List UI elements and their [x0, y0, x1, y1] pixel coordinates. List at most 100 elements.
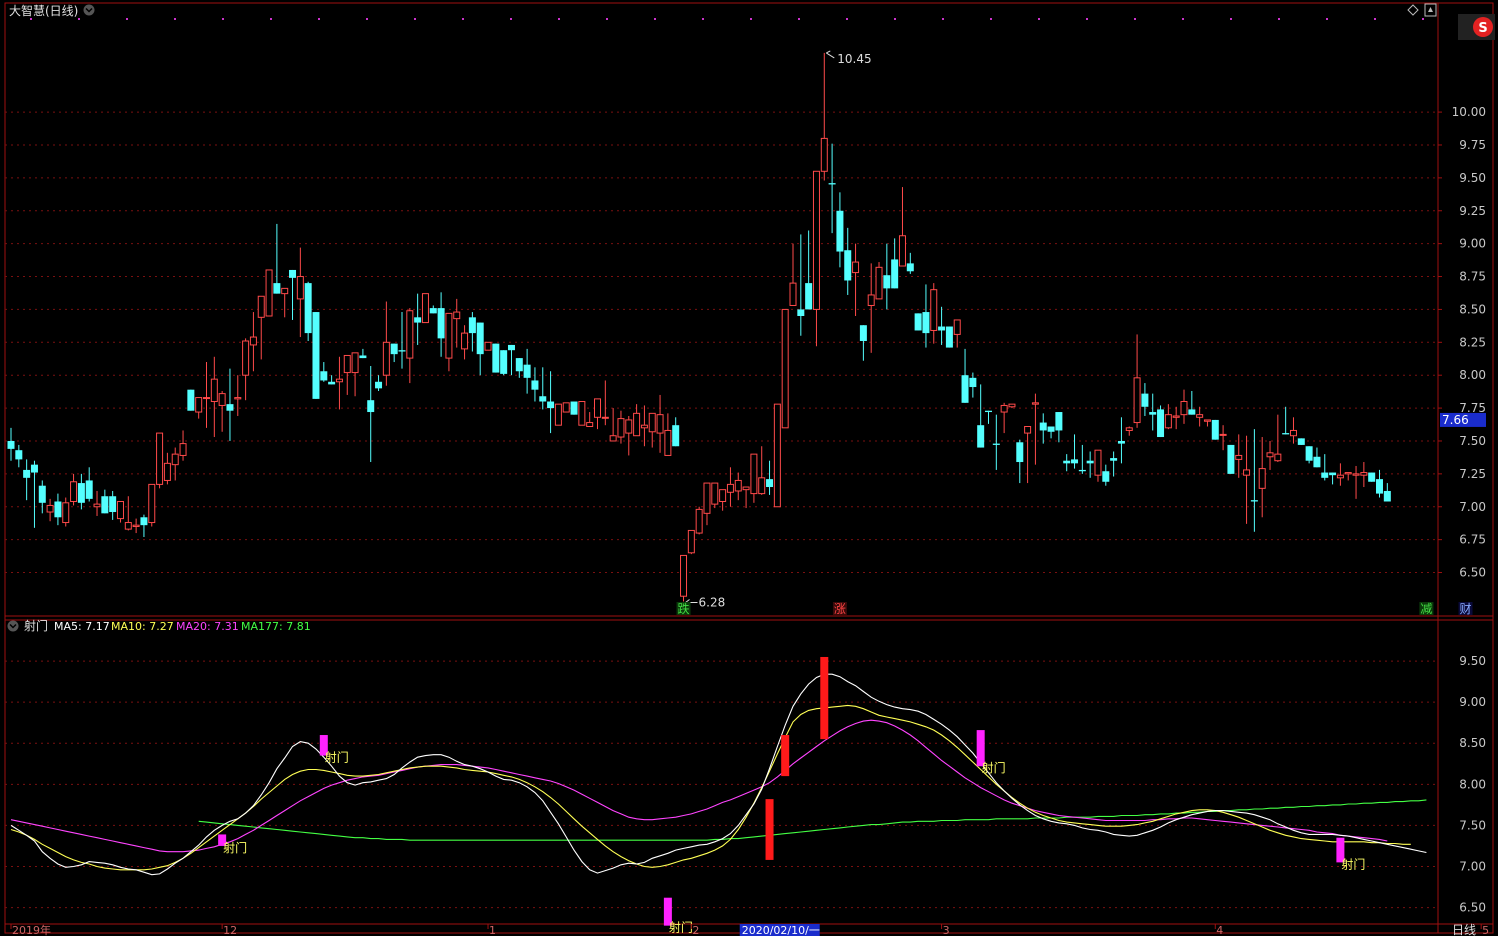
candle-body	[273, 283, 281, 294]
period-tab[interactable]: 日线	[1452, 923, 1476, 936]
candle	[1368, 472, 1376, 482]
candle-body	[1266, 452, 1274, 458]
high-price-label: 10.45	[837, 52, 871, 66]
candle-body	[289, 269, 297, 278]
candle-body	[1243, 469, 1251, 476]
candle	[711, 482, 719, 509]
candle-body	[1110, 458, 1118, 461]
candle-body	[664, 429, 672, 456]
top-marker-dot	[750, 18, 752, 20]
top-marker-dot	[1278, 18, 1280, 20]
candle-body	[414, 317, 422, 323]
candle	[562, 402, 570, 413]
legend-ma20: MA20: 7.31	[176, 620, 239, 633]
candle-body	[680, 554, 688, 597]
candle-body	[367, 400, 375, 413]
candle-body	[30, 464, 38, 473]
candle-body	[781, 308, 789, 429]
top-marker-dot	[1374, 18, 1376, 20]
indicator-menu-chevron-icon[interactable]	[7, 620, 19, 632]
candle-body	[985, 410, 992, 413]
candle	[312, 312, 320, 399]
candle-body	[85, 480, 93, 499]
candle-body	[773, 403, 781, 508]
candle-body	[805, 283, 813, 310]
event-marker-label: 财	[1460, 602, 1472, 616]
candle-body	[812, 170, 820, 310]
candle-body	[640, 424, 648, 429]
candle-body	[656, 414, 664, 434]
candle-body	[77, 483, 85, 503]
candle	[187, 389, 195, 411]
shot-signal-label: 射门	[982, 760, 1006, 775]
candle-body	[1258, 468, 1266, 489]
candle-body	[1282, 433, 1290, 435]
candle	[1211, 419, 1219, 440]
candle	[1297, 438, 1305, 445]
candle-body	[406, 310, 414, 359]
candle-body	[54, 501, 62, 518]
candle-body	[187, 389, 195, 411]
candle-body	[1203, 419, 1211, 422]
candle-body	[922, 312, 930, 334]
candle-body	[875, 266, 883, 300]
top-marker-dot	[30, 18, 32, 20]
candle-body	[844, 250, 852, 281]
candle-body	[312, 312, 320, 399]
candle-body	[359, 355, 367, 359]
top-marker-dot	[558, 18, 560, 20]
candle-body	[1360, 472, 1368, 476]
candle-body	[1180, 401, 1188, 416]
candle-body	[304, 283, 312, 334]
candle-body	[867, 294, 875, 306]
title-menu-chevron-icon[interactable]	[83, 4, 95, 16]
top-marker-dot	[1230, 18, 1232, 20]
indicator-price-tick: 6.50	[1459, 901, 1486, 915]
candle-body	[1000, 404, 1008, 413]
candle-body	[382, 341, 390, 376]
indicator-price-tick: 8.50	[1459, 736, 1486, 750]
candle-body	[1235, 454, 1243, 460]
candle-body	[70, 481, 78, 502]
candle-body	[1227, 444, 1235, 474]
candle-body	[1031, 402, 1039, 405]
candle-body	[766, 479, 774, 488]
candle-body	[265, 269, 273, 317]
candle-body	[1336, 474, 1344, 479]
indicator-price-tick: 9.00	[1459, 695, 1486, 709]
candle-body	[1102, 471, 1110, 482]
candle	[554, 403, 562, 426]
candle-body	[719, 489, 727, 502]
top-marker-dot	[222, 18, 224, 20]
candle-body	[938, 326, 946, 331]
indicator-price-tick: 8.00	[1459, 777, 1486, 791]
candle-body	[116, 500, 124, 520]
candle-body	[375, 381, 383, 389]
low-price-label: 6.28	[699, 595, 726, 609]
candle-body	[1094, 449, 1102, 476]
candle-body	[320, 371, 328, 381]
candle	[304, 281, 312, 341]
candle-body	[945, 326, 953, 348]
legend-ma5: MA5: 7.17	[54, 620, 110, 633]
main-price-tick: 9.00	[1459, 237, 1486, 251]
candle-body	[977, 425, 985, 448]
candle-body	[398, 350, 406, 352]
current-price-value: 7.66	[1442, 413, 1469, 427]
event-marker-label: 跌	[678, 601, 690, 616]
candle-body	[226, 404, 234, 411]
main-price-tick: 9.50	[1459, 171, 1486, 185]
top-marker-dot	[414, 18, 416, 20]
chart-canvas[interactable]: 10.009.759.509.259.008.758.508.258.007.7…	[0, 0, 1498, 936]
candle-body	[1078, 469, 1086, 472]
candle-body	[132, 524, 140, 527]
candle-body	[1329, 472, 1337, 476]
candle-body	[531, 380, 539, 390]
candle-body	[476, 322, 484, 355]
indicator-name[interactable]: 射门	[24, 618, 48, 633]
indicator-price-tick: 7.00	[1459, 859, 1486, 873]
candle-body	[758, 477, 766, 495]
candle-body	[828, 183, 836, 185]
candle-body	[586, 422, 594, 428]
app-logo[interactable]: S	[1458, 14, 1495, 40]
